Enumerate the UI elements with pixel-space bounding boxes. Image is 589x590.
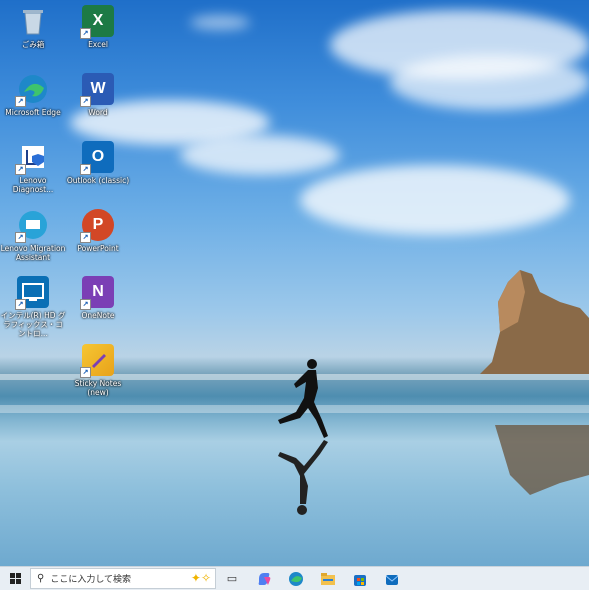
taskbar-search-box[interactable]: ⚲ ここに入力して検索 ✦✧ (30, 568, 216, 589)
recycle-bin-icon (17, 5, 49, 37)
search-icon: ⚲ (37, 573, 45, 584)
taskbar: ⚲ ここに入力して検索 ✦✧ ▭ (0, 566, 589, 590)
search-placeholder: ここに入力して検索 (50, 575, 132, 585)
icon-label: Excel (88, 40, 108, 49)
desktop-icon-word[interactable]: W ↗ Word (65, 73, 131, 117)
rock-reflection (495, 425, 589, 495)
sparkle-icon: ✦✧ (190, 571, 211, 585)
start-button[interactable] (0, 567, 30, 590)
task-view-icon[interactable]: ▭ (216, 567, 248, 590)
icon-label: Word (88, 108, 108, 117)
icon-label: Outlook (classic) (66, 176, 130, 185)
icon-label: Lenovo Migration Assistant (0, 244, 66, 262)
icon-label: OneNote (81, 311, 115, 320)
file-explorer-icon[interactable] (312, 567, 344, 590)
cloud (180, 135, 340, 175)
sticky-notes-icon: ↗ (80, 344, 114, 378)
outlook-taskbar-icon[interactable] (376, 567, 408, 590)
windows-logo-icon (9, 573, 21, 584)
intel-graphics-icon: ↗ (15, 276, 49, 310)
onenote-icon: N ↗ (80, 276, 114, 310)
desktop-icon-edge[interactable]: ↗ Microsoft Edge (0, 73, 66, 117)
icon-label: ごみ箱 (21, 40, 45, 49)
cloud (390, 55, 589, 110)
icon-label: Microsoft Edge (5, 108, 61, 117)
desktop-icon-lenovo-diagnostics[interactable]: ↗ Lenovo Diagnost... (0, 141, 66, 194)
cloud (190, 15, 250, 30)
lenovo-diagnostics-icon: ↗ (15, 141, 49, 175)
edge-icon: ↗ (15, 73, 49, 107)
icon-label: インテル(R) HD グラフィックス・コントロ... (0, 311, 66, 338)
powerpoint-icon: P ↗ (80, 209, 114, 243)
runner-silhouette (278, 359, 328, 438)
excel-icon: X ↗ (80, 5, 114, 39)
icon-label: Lenovo Diagnost... (12, 176, 54, 194)
lenovo-migration-icon: ↗ (15, 209, 49, 243)
icon-label: Sticky Notes (new) (74, 379, 122, 397)
sea-rock (480, 270, 589, 374)
outlook-icon: O ↗ (80, 141, 114, 175)
runner-reflection (278, 440, 328, 515)
desktop-wallpaper: ごみ箱 ↗ Microsoft Edge ↗ Lenovo Diagnost..… (0, 0, 589, 566)
desktop-icon-lenovo-migration[interactable]: ↗ Lenovo Migration Assistant (0, 209, 66, 262)
icon-label: PowerPoint (77, 244, 119, 253)
desktop-icon-sticky-notes[interactable]: ↗ Sticky Notes (new) (65, 344, 131, 397)
desktop-icon-excel[interactable]: X ↗ Excel (65, 5, 131, 49)
desktop-icon-powerpoint[interactable]: P ↗ PowerPoint (65, 209, 131, 253)
word-icon: W ↗ (80, 73, 114, 107)
desktop-icon-onenote[interactable]: N ↗ OneNote (65, 276, 131, 320)
desktop-icon-recycle-bin[interactable]: ごみ箱 (0, 5, 66, 49)
copilot-icon[interactable] (248, 567, 280, 590)
desktop-icon-intel-graphics[interactable]: ↗ インテル(R) HD グラフィックス・コントロ... (0, 276, 66, 338)
microsoft-store-icon[interactable] (344, 567, 376, 590)
edge-taskbar-icon[interactable] (280, 567, 312, 590)
cloud (300, 165, 570, 235)
desktop-icon-outlook[interactable]: O ↗ Outlook (classic) (65, 141, 131, 185)
